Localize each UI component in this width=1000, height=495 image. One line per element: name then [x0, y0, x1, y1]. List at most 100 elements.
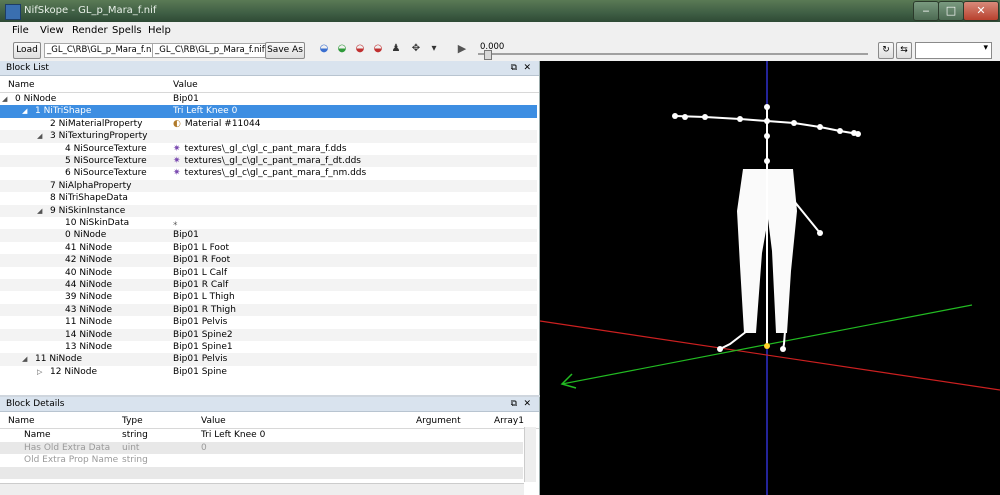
block-list-columns[interactable]: Name Value	[0, 76, 539, 93]
detail-value: 0	[201, 442, 207, 453]
menu-spells[interactable]: Spells	[112, 25, 142, 36]
tree-row[interactable]: 14 NiNode Bip01 Spine2	[0, 328, 537, 341]
detail-name: Name	[24, 430, 51, 440]
dropdown-icon[interactable]: ▾	[428, 44, 440, 54]
block-value: Bip01 R Calf	[173, 280, 229, 290]
horizontal-scrollbar[interactable]	[0, 483, 524, 495]
tree-row[interactable]: ◢ 9 NiSkinInstance	[0, 204, 537, 217]
block-name: 43 NiNode	[65, 304, 113, 315]
save-as-button[interactable]: Save As	[265, 42, 305, 59]
tree-row[interactable]: 6 NiSourceTexture ✷ textures\_gl_c\gl_c_pa…	[0, 167, 537, 179]
app-icon	[5, 4, 21, 20]
tree-row[interactable]: 42 NiNode Bip01 R Foot	[0, 254, 537, 267]
animation-select[interactable]: ▾	[915, 42, 992, 59]
expand-open-icon[interactable]: ◢	[22, 353, 27, 365]
tree-row[interactable]: 11 NiNode Bip01 Pelvis	[0, 316, 537, 328]
expand-closed-icon[interactable]: ▷	[37, 366, 42, 378]
chevron-down-icon: ▾	[983, 43, 988, 53]
block-value: ✷ textures\_gl_c\gl_c_pant_mara_f_dt.dds	[173, 156, 361, 166]
block-name: 5 NiSourceTexture	[65, 156, 147, 166]
menu-file[interactable]: File	[12, 25, 29, 36]
close-button[interactable]: ✕	[963, 1, 999, 21]
texture-icon: ✷	[173, 143, 181, 154]
menu-help[interactable]: Help	[148, 25, 171, 36]
tree-row[interactable]: ▷ 12 NiNode Bip01 Spine	[0, 366, 537, 378]
view-front-icon[interactable]: ◒	[318, 44, 330, 54]
block-name: 10 NiSkinData	[65, 218, 130, 228]
loop-icon[interactable]: ↻	[878, 42, 894, 59]
column-name[interactable]: Name	[8, 416, 35, 426]
menu-view[interactable]: View	[40, 25, 64, 36]
tree-row[interactable]: 2 NiMaterialProperty ◐ Material #11044	[0, 118, 537, 130]
float-icon[interactable]: ⧉	[511, 397, 517, 411]
block-name: 12 NiNode	[50, 366, 98, 377]
block-tree[interactable]: ◢ 0 NiNode Bip01 ◢ 1 NiTriShape Tri Left Knee…	[0, 93, 539, 383]
block-value: ⁎	[173, 217, 182, 229]
z-axis-arrow	[560, 373, 577, 389]
time-slider-handle[interactable]	[484, 50, 492, 60]
detail-type: string	[122, 455, 148, 465]
details-row[interactable]: Name string Tri Left Knee 0	[0, 429, 523, 442]
vertical-scrollbar[interactable]	[524, 427, 536, 482]
details-table[interactable]: Name string Tri Left Knee 0 Has Old Extra D…	[0, 429, 539, 481]
tree-row[interactable]: 40 NiNode Bip01 L Calf	[0, 267, 537, 279]
menu-render[interactable]: Render	[72, 25, 108, 36]
tree-row[interactable]: 0 NiNode Bip01	[0, 229, 537, 242]
block-name: 8 NiTriShapeData	[50, 193, 128, 204]
tree-row[interactable]: 5 NiSourceTexture ✷ textures\_gl_c\gl_c_pa…	[0, 155, 537, 168]
load-path-field[interactable]: _GL_C\RB\GL_p_Mara_f.nif	[44, 43, 154, 58]
expand-open-icon[interactable]: ◢	[2, 93, 7, 105]
details-row[interactable]: Has Old Extra Data uint 0	[0, 441, 523, 454]
close-icon[interactable]: ✕	[523, 397, 531, 411]
expand-open-icon[interactable]: ◢	[22, 105, 27, 117]
switch-icon[interactable]: ⇆	[896, 42, 912, 59]
x-axis	[540, 320, 1000, 391]
column-name[interactable]: Name	[8, 80, 35, 90]
details-columns[interactable]: Name Type Value Argument Array1	[0, 412, 539, 429]
column-value[interactable]: Value	[201, 416, 226, 426]
tree-row[interactable]: ◢ 1 NiTriShape Tri Left Knee 0	[0, 105, 537, 118]
block-value: ✷ textures\_gl_c\gl_c_pant_mara_f.dds	[173, 143, 347, 154]
expand-open-icon[interactable]: ◢	[37, 130, 42, 142]
view-side-icon[interactable]: ◒	[336, 44, 348, 54]
scene-svg	[540, 61, 1000, 495]
tree-row[interactable]: ◢ 11 NiNode Bip01 Pelvis	[0, 353, 537, 366]
move-icon[interactable]: ✥	[410, 44, 422, 54]
column-type[interactable]: Type	[122, 416, 143, 426]
tree-row[interactable]: 7 NiAlphaProperty	[0, 179, 537, 193]
tree-row[interactable]: 43 NiNode Bip01 R Thigh	[0, 303, 537, 317]
tree-row[interactable]: 8 NiTriShapeData	[0, 192, 537, 204]
block-value: Bip01 L Foot	[173, 242, 229, 253]
time-slider-track[interactable]	[478, 53, 868, 55]
tree-row[interactable]: ◢ 3 NiTexturingProperty	[0, 130, 537, 143]
save-path-field[interactable]: _GL_C\RB\GL_p_Mara_f.nif	[152, 43, 266, 58]
load-button[interactable]: Load	[13, 42, 41, 59]
detail-type: uint	[122, 442, 140, 453]
float-icon[interactable]: ⧉	[511, 61, 517, 75]
maximize-button[interactable]: □	[938, 1, 964, 21]
close-icon[interactable]: ✕	[523, 61, 531, 75]
tree-row[interactable]: 44 NiNode Bip01 R Calf	[0, 279, 537, 292]
block-name: 39 NiNode	[65, 292, 113, 303]
block-name: 0 NiNode	[15, 94, 57, 104]
minimize-button[interactable]: ‒	[913, 1, 939, 21]
tree-row[interactable]: ◢ 0 NiNode Bip01	[0, 93, 537, 105]
view-user-icon[interactable]: ◒	[372, 44, 384, 54]
tree-row[interactable]: 41 NiNode Bip01 L Foot	[0, 242, 537, 254]
details-row[interactable]: Old Extra Prop Name string	[0, 454, 523, 467]
column-value[interactable]: Value	[173, 80, 198, 90]
tree-row[interactable]: 10 NiSkinData ⁎	[0, 217, 537, 229]
expand-open-icon[interactable]: ◢	[37, 205, 42, 217]
column-argument[interactable]: Argument	[416, 416, 461, 426]
tree-row[interactable]: 13 NiNode Bip01 Spine1	[0, 341, 537, 353]
view-top-icon[interactable]: ◒	[354, 44, 366, 54]
play-icon[interactable]: ▶	[456, 43, 468, 54]
walk-icon[interactable]: ♟	[390, 44, 402, 54]
tree-row[interactable]: 39 NiNode Bip01 L Thigh	[0, 291, 537, 303]
block-value: Bip01 R Thigh	[173, 304, 236, 315]
details-row[interactable]	[0, 466, 523, 479]
3d-viewport[interactable]	[540, 61, 1000, 495]
column-array1[interactable]: Array1	[494, 416, 524, 426]
block-name: 0 NiNode	[65, 230, 107, 241]
tree-row[interactable]: 4 NiSourceTexture ✷ textures\_gl_c\gl_c_pa…	[0, 143, 537, 155]
